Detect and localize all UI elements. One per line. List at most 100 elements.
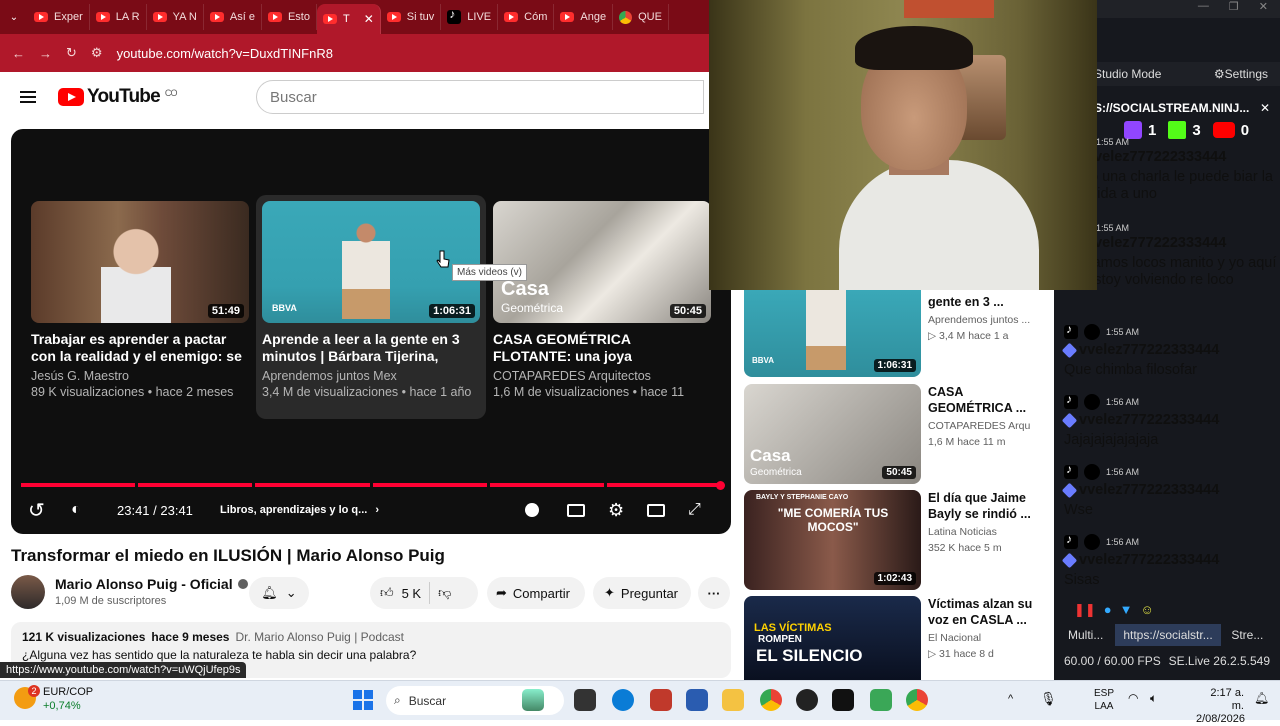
taskbar-app-icon[interactable] (574, 689, 596, 711)
taskbar-app-icon[interactable] (870, 689, 892, 711)
thumbs-down-icon: 👎︎ (438, 585, 452, 600)
minimize-icon[interactable]: — (1198, 0, 1209, 18)
settings-button[interactable]: ⚙Settings (1214, 67, 1268, 81)
platform-counters: 1 3 0 (1124, 121, 1249, 139)
taskbar-app-icon[interactable] (522, 689, 544, 711)
browser-tab[interactable]: Exper (28, 4, 90, 30)
google-favicon-icon (619, 10, 633, 24)
site-info-icon[interactable]: ⚙ (91, 45, 103, 61)
forward-arrow-icon[interactable]: → (39, 46, 52, 61)
obs-icon[interactable] (796, 689, 818, 711)
channel-name-row[interactable]: Mario Alonso Puig - Oficial (55, 576, 248, 592)
close-icon[interactable]: ✕ (1260, 101, 1270, 115)
search-input[interactable]: Buscar (256, 80, 704, 114)
more-actions-button[interactable]: ··· (698, 577, 730, 609)
youtube-header: YouTube CO Buscar (0, 72, 710, 122)
share-button[interactable]: ➦ Compartir (487, 577, 585, 609)
browser-tab[interactable]: YA N (147, 4, 204, 30)
taskbar-app-icon[interactable] (686, 689, 708, 711)
progress-bar[interactable] (21, 483, 722, 487)
subscribe-bell-button[interactable]: 🔔︎ ⌄ (249, 577, 309, 609)
endcard-thumbnail: Casa Geométrica 50:45 (493, 201, 711, 323)
chrome-icon[interactable] (760, 689, 782, 711)
browser-tab[interactable]: Si tuv (381, 4, 442, 30)
subtitles-button[interactable] (567, 495, 585, 525)
autoplay-icon (525, 503, 539, 517)
sidebar-video[interactable]: LAS VÍCTIMAS ROMPEN EL SILENCIO Víctimas… (744, 596, 1044, 680)
mouse-cursor-icon (436, 250, 450, 268)
taskbar: 2 EUR/COP +0,74% ⌕ Buscar ^ 🎙︎ ESP LAA ◠ … (0, 680, 1280, 725)
url-field[interactable]: youtube.com/watch?v=DuxdTINFnR8 (117, 46, 333, 61)
folder-icon[interactable] (722, 689, 744, 711)
endcard-video[interactable]: 51:49 Trabajar es aprender a pactar con … (31, 201, 249, 399)
browser-tab[interactable]: Así e (204, 4, 262, 30)
youtube-favicon-icon (386, 12, 401, 22)
studio-mode-button[interactable]: Studio Mode (1094, 67, 1161, 81)
youtube-favicon-icon (209, 12, 224, 22)
channel-avatar[interactable] (11, 575, 45, 609)
youtube-favicon-icon (267, 12, 282, 22)
sidebar-video[interactable]: Casa Geométrica 50:45 CASA GEOMÉTRICA ..… (744, 384, 1044, 484)
tiktok-icon[interactable] (832, 689, 854, 711)
notifications-icon[interactable]: 🔔︎ (1254, 691, 1269, 705)
gear-icon: ⚙ (1213, 67, 1225, 81)
more-icon: ··· (707, 585, 721, 601)
miniplayer-button[interactable] (647, 495, 665, 525)
video-player[interactable]: 51:49 Trabajar es aprender a pactar con … (11, 129, 731, 534)
live-views-icon: ▷ (928, 648, 939, 660)
browser-tab[interactable]: Esto (262, 4, 317, 30)
close-tab-icon[interactable]: ✕ (364, 12, 374, 26)
tray-overflow-icon[interactable]: ^ (1008, 693, 1013, 705)
youtube-icon (1212, 122, 1235, 138)
youtube-favicon-icon (152, 12, 167, 22)
chapter-button[interactable]: Libros, aprendizajes y lo q... › (220, 495, 379, 525)
scrubber-handle[interactable] (716, 481, 725, 490)
close-window-icon[interactable]: ✕ (1259, 0, 1268, 18)
reload-icon[interactable]: ↻ (66, 45, 77, 61)
wall-object (904, 0, 994, 18)
sidebar-thumbnail: Casa Geométrica 50:45 (744, 384, 921, 484)
taskbar-app-icon[interactable] (650, 689, 672, 711)
sidebar-video[interactable]: BBVA 1:06:31 gente en 3 ... Aprendemos j… (744, 290, 1044, 377)
endcard-video[interactable]: Casa Geométrica 50:45 CASA GEOMÉTRICA FL… (493, 201, 711, 399)
volume-icon[interactable]: 🔈︎ (1150, 691, 1157, 706)
endcard-thumbnail: 51:49 (31, 201, 249, 323)
chrome-icon[interactable] (906, 689, 928, 711)
volume-button[interactable]: ◐ (71, 495, 81, 525)
browser-tab-active[interactable]: T ✕ (316, 4, 381, 34)
language-indicator[interactable]: ESP LAA (1094, 687, 1114, 713)
back-arrow-icon[interactable]: ← (12, 46, 25, 61)
ask-button[interactable]: ✦ Preguntar (593, 577, 691, 609)
browser-tab[interactable]: LA R (90, 4, 147, 30)
start-button[interactable] (353, 690, 373, 710)
status-url: https://www.youtube.com/watch?v=uWQjUfep… (0, 662, 247, 678)
edge-icon[interactable] (612, 689, 634, 711)
search-icon: ⌕ (394, 693, 401, 707)
settings-button[interactable]: ⚙ (608, 495, 624, 525)
fullscreen-button[interactable]: ⤢ (688, 495, 701, 525)
tooltip: Más videos (v) (452, 264, 528, 281)
autoplay-toggle[interactable] (525, 495, 539, 525)
browser-tab[interactable]: QUE (613, 4, 669, 30)
sidebar-video[interactable]: BAYLY Y STEPHANIE CAYO "ME COMERÍA TUS M… (744, 490, 1044, 590)
miniplayer-icon (647, 503, 665, 517)
like-button[interactable]: 👍︎ 5 K (380, 585, 421, 601)
youtube-logo[interactable]: YouTube CO (58, 86, 178, 108)
dislike-button[interactable]: 👎︎ (438, 585, 451, 601)
address-bar-row: ← → ↻ ⚙ youtube.com/watch?v=DuxdTINFnR8 (0, 34, 710, 72)
sidebar-thumbnail: BAYLY Y STEPHANIE CAYO "ME COMERÍA TUS M… (744, 490, 921, 590)
twitch-icon (1124, 121, 1142, 139)
maximize-icon[interactable]: ❐ (1229, 0, 1239, 18)
browser-tab[interactable]: LIVE (441, 4, 499, 30)
wifi-icon[interactable]: ◠ (1128, 691, 1138, 705)
menu-icon[interactable] (20, 91, 36, 103)
browser-tab[interactable]: Cóm (498, 4, 555, 30)
replay-button[interactable]: ↺ (28, 495, 45, 525)
ticker-widget[interactable]: EUR/COP +0,74% (43, 685, 93, 713)
endcard-video[interactable]: BBVA 1:06:31 Aprende a leer a la gente e… (262, 201, 480, 399)
browser-tab[interactable]: Ange (554, 4, 614, 30)
mic-icon[interactable]: 🎙︎ (1040, 691, 1057, 707)
youtube-favicon-icon (560, 12, 575, 22)
clock[interactable]: 2:17 a. m. 2/08/2026 (1196, 687, 1245, 726)
tab-list-button[interactable]: ⌄ (0, 4, 28, 30)
